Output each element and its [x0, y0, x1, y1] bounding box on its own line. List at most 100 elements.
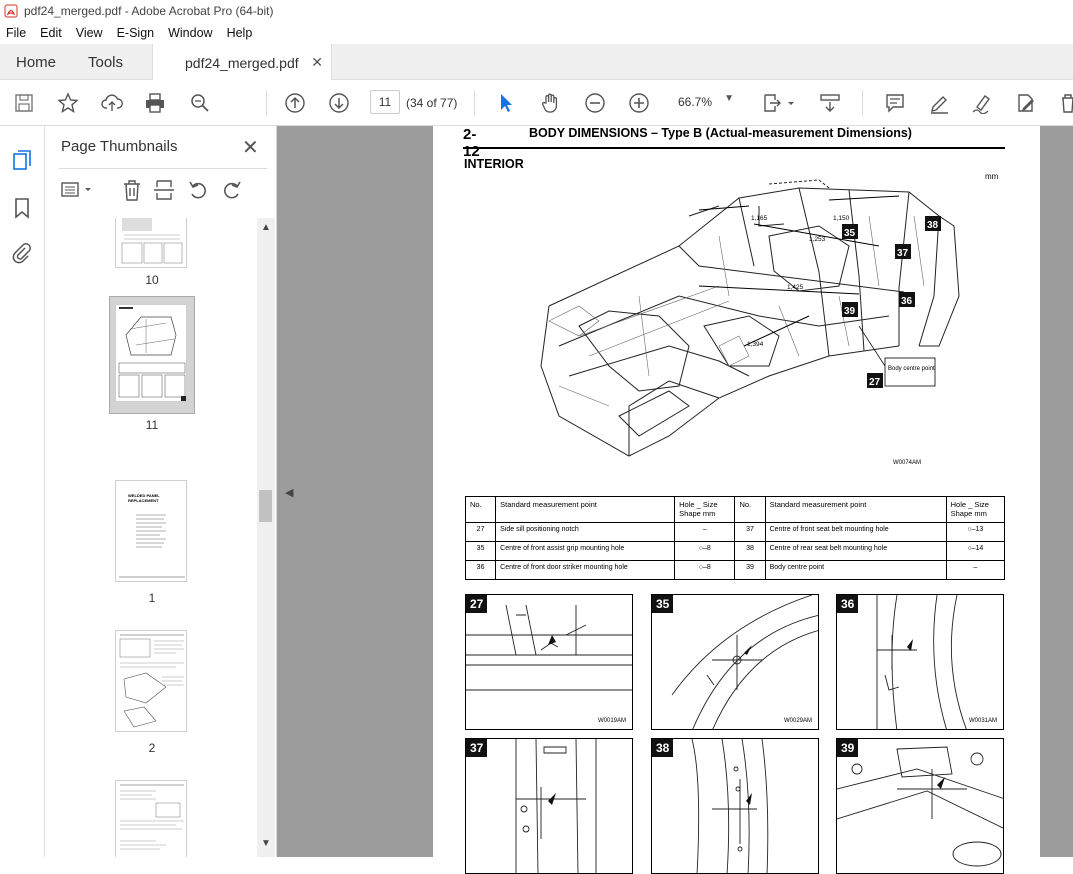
- zoom-search-icon[interactable]: [188, 91, 212, 115]
- delete-icon[interactable]: [1056, 91, 1073, 115]
- left-navigation-rail: [0, 126, 45, 857]
- previous-page-icon[interactable]: [283, 91, 307, 115]
- page-thumbnails-panel: Page Thumbnails ✕ 10 11 WELDED PANEL REP…: [45, 126, 277, 857]
- col-point: Standard measurement point: [495, 496, 676, 523]
- callout-38: 38: [927, 220, 939, 231]
- select-cursor-icon[interactable]: [494, 91, 518, 115]
- callout-note: Body centre point: [888, 366, 935, 372]
- thumbnail-heading: WELDED PANEL REPLACEMENT: [128, 493, 160, 503]
- hand-tool-icon[interactable]: [539, 91, 563, 115]
- detail-label: 39: [837, 739, 859, 757]
- table-cell: 37: [734, 522, 766, 542]
- detail-label: 35: [652, 595, 674, 613]
- zoom-out-icon[interactable]: [583, 91, 607, 115]
- edit-pdf-icon[interactable]: [1014, 91, 1038, 115]
- menu-help[interactable]: Help: [221, 26, 261, 40]
- upload-cloud-icon[interactable]: [100, 91, 124, 115]
- next-page-icon[interactable]: [327, 91, 351, 115]
- measurement-table: No. Standard measurement point Hole _ Si…: [464, 496, 1006, 580]
- detail-figure-36: 36 W0031AM: [836, 594, 1004, 730]
- page-fit-icon[interactable]: [760, 91, 784, 115]
- close-tab-icon[interactable]: ✕: [311, 54, 323, 71]
- extract-pages-icon[interactable]: [153, 178, 175, 202]
- menu-window[interactable]: Window: [162, 26, 220, 40]
- attachments-icon[interactable]: [10, 241, 34, 265]
- thumbnail-label-11: 11: [145, 418, 159, 432]
- table-cell: Body centre point: [764, 560, 947, 580]
- save-icon[interactable]: [12, 91, 36, 115]
- detail-label: 38: [652, 739, 674, 757]
- thumbnail-page-11[interactable]: [115, 304, 187, 402]
- col-no-2: No.: [734, 496, 766, 523]
- table-cell: 35: [464, 541, 497, 561]
- detail-code: W0029AM: [783, 718, 812, 724]
- col-point-2: Standard measurement point: [764, 496, 947, 523]
- menu-view[interactable]: View: [70, 26, 111, 40]
- scroll-up-icon[interactable]: ▲: [261, 222, 271, 233]
- thumbnail-page-2[interactable]: [115, 630, 187, 732]
- menu-edit[interactable]: Edit: [34, 26, 70, 40]
- zoom-in-icon[interactable]: [627, 91, 651, 115]
- table-cell: 27: [464, 522, 497, 542]
- acrobat-app-icon: [4, 4, 18, 18]
- thumbnail-page-1[interactable]: WELDED PANEL REPLACEMENT: [115, 480, 187, 582]
- callout-37: 37: [897, 248, 909, 259]
- pdf-page: 2-12 BODY DIMENSIONS – Type B (Actual-me…: [433, 126, 1040, 874]
- thumbnail-page-10[interactable]: [115, 218, 187, 268]
- zoom-select[interactable]: 66.7% ▼: [670, 90, 740, 114]
- thumbnail-page-next[interactable]: [115, 780, 187, 857]
- tab-document[interactable]: pdf24_merged.pdf ✕: [152, 44, 332, 81]
- close-panel-icon[interactable]: ✕: [242, 135, 259, 160]
- scrollbar-thumb[interactable]: [259, 490, 272, 522]
- menu-esign[interactable]: E-Sign: [111, 26, 163, 40]
- detail-figure-35: 35 W0029AM: [651, 594, 819, 730]
- pdf-page-number: 2-12: [463, 126, 480, 160]
- zoom-value: 66.7%: [678, 95, 713, 109]
- rotate-clockwise-icon[interactable]: [221, 178, 243, 202]
- scroll-mode-icon[interactable]: [818, 91, 842, 115]
- col-shape-mm-2: Shape mm: [950, 509, 987, 518]
- rotate-counterclockwise-icon[interactable]: [187, 178, 209, 202]
- tab-document-label: pdf24_merged.pdf: [185, 54, 299, 71]
- menu-file[interactable]: File: [0, 26, 34, 40]
- delete-pages-icon[interactable]: [121, 178, 143, 202]
- bookmarks-icon[interactable]: [10, 196, 34, 220]
- callout-39: 39: [844, 306, 856, 317]
- detail-label: 37: [466, 739, 488, 757]
- detail-code: W0019AM: [597, 718, 626, 724]
- tab-bar: Home Tools pdf24_merged.pdf ✕: [0, 44, 1073, 81]
- tab-home[interactable]: Home: [16, 44, 56, 80]
- col-shape-mm: Shape mm: [679, 509, 716, 518]
- print-icon[interactable]: [143, 91, 167, 115]
- comment-icon[interactable]: [883, 91, 907, 115]
- pdf-page-title: BODY DIMENSIONS – Type B (Actual-measure…: [529, 126, 912, 140]
- figure-code: W0074AM: [893, 460, 921, 466]
- page-count: (34 of 77): [406, 96, 458, 110]
- tab-tools[interactable]: Tools: [88, 44, 123, 80]
- dimension-1394: 1,394: [747, 341, 764, 348]
- col-hole-size-2: Hole _ Size: [950, 500, 989, 509]
- scroll-down-icon[interactable]: ▼: [261, 838, 271, 849]
- table-cell: 39: [734, 560, 766, 580]
- thumbnail-options-icon[interactable]: [61, 178, 95, 202]
- callout-27: 27: [869, 377, 881, 388]
- table-cell: –: [674, 522, 736, 542]
- table-cell: Centre of front door striker mounting ho…: [495, 560, 676, 580]
- sign-pen-icon[interactable]: [970, 91, 994, 115]
- page-thumbnails-icon[interactable]: [10, 148, 34, 172]
- highlight-pen-icon[interactable]: [927, 91, 951, 115]
- menu-bar: File Edit View E-Sign Window Help: [0, 22, 1073, 44]
- detail-label: 27: [466, 595, 488, 613]
- dimension-1253: 1,253: [809, 236, 826, 243]
- thumbnail-label-10: 10: [145, 273, 159, 287]
- dimension-1150: 1,150: [833, 215, 850, 222]
- table-cell: 36: [464, 560, 497, 580]
- detail-figure-39: 39: [836, 738, 1004, 874]
- chevron-down-icon: ▼: [724, 93, 734, 104]
- bookmark-star-icon[interactable]: [56, 91, 80, 115]
- thumbnail-scrollbar[interactable]: ▲ ▼: [257, 218, 275, 857]
- collapse-panel-icon[interactable]: ◀: [285, 486, 293, 499]
- page-fit-dropdown-icon[interactable]: [786, 91, 796, 115]
- page-number-input[interactable]: 11: [370, 90, 400, 114]
- detail-figure-37: 37: [465, 738, 633, 874]
